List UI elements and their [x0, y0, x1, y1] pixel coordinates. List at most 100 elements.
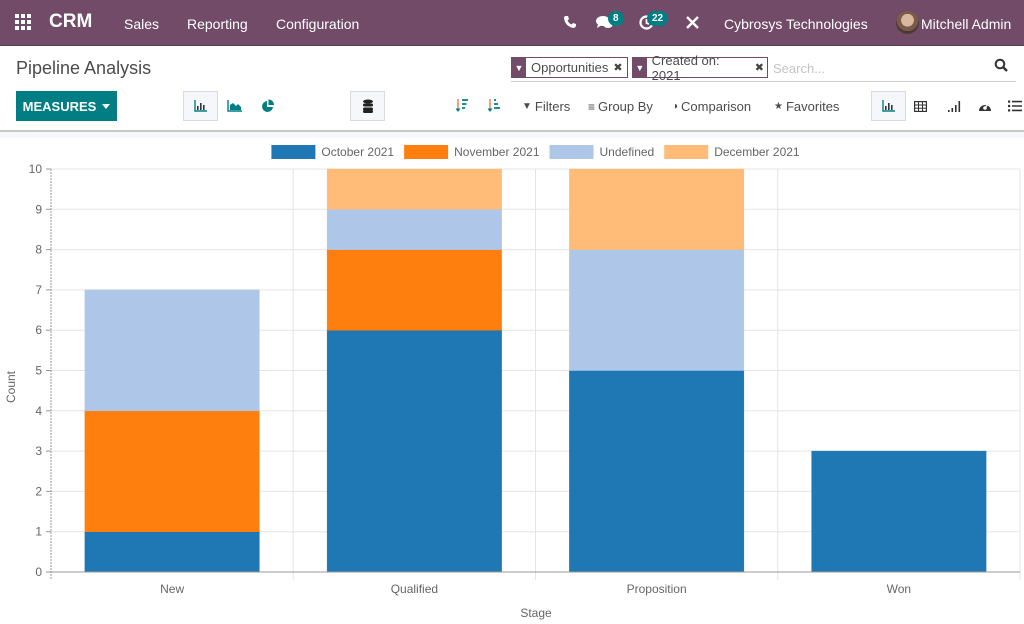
groupby-label: Group By: [598, 99, 653, 114]
search-facet-opportunities: ▼ Opportunities ✖: [511, 57, 628, 78]
x-tick-label: New: [160, 582, 184, 596]
legend-swatch: [664, 145, 709, 159]
messages-badge: 8: [608, 11, 624, 26]
favorites-label: Favorites: [785, 99, 840, 114]
legend-label: December 2021: [714, 145, 800, 159]
bar-chart-icon: [193, 100, 207, 112]
apps-grid-icon[interactable]: [15, 14, 33, 32]
sort-descending-button[interactable]: [446, 91, 478, 121]
phone-icon[interactable]: [563, 15, 577, 32]
filters-dropdown[interactable]: ▼ Filters: [522, 99, 570, 114]
filters-label: Filters: [534, 99, 571, 114]
control-panel: Pipeline Analysis ▼ Opportunities ✖ ▼ Cr…: [0, 46, 1024, 132]
x-axis-label: Stage: [520, 606, 552, 620]
legend-label: October 2021: [321, 145, 394, 159]
remove-facet-button[interactable]: ✖: [755, 61, 767, 74]
bar-proposition-october-2021: [569, 370, 745, 573]
y-axis-label: Count: [4, 370, 18, 403]
comparison-dropdown[interactable]: ◑ Comparison: [672, 99, 751, 114]
line-chart-button[interactable]: [217, 91, 252, 121]
facet-label: Opportunities: [531, 60, 609, 75]
groupby-dropdown[interactable]: ≡ Group By: [588, 99, 653, 114]
activities-badge: 22: [647, 11, 669, 26]
filter-icon: ▼: [512, 58, 526, 77]
filter-icon: ▼: [633, 58, 647, 77]
bar-proposition-undefined: [569, 249, 745, 371]
caret-down-icon: [102, 103, 111, 109]
bar-qualified-december-2021: [326, 168, 502, 210]
y-tick-label: 8: [35, 243, 42, 257]
view-cohort-button[interactable]: [937, 91, 970, 121]
bar-won-october-2021: [811, 450, 987, 573]
x-tick-label: Won: [887, 582, 911, 596]
legend-label: November 2021: [454, 145, 540, 159]
sort-ascending-button[interactable]: [478, 91, 510, 121]
area-chart-icon: [226, 100, 242, 112]
search-facet-created-on: ▼ Created on: 2021 ✖: [632, 53, 768, 83]
search-input[interactable]: [773, 58, 983, 78]
measures-label: MEASURES: [22, 98, 97, 114]
menu-sales[interactable]: Sales: [124, 16, 159, 32]
adjust-icon: ◑: [672, 101, 679, 112]
user-menu[interactable]: Mitchell Admin: [921, 16, 1011, 32]
star-icon: ★: [774, 101, 783, 112]
user-avatar[interactable]: [896, 11, 919, 34]
bar-chart-button[interactable]: [183, 91, 218, 121]
favorites-dropdown[interactable]: ★ Favorites: [774, 99, 839, 114]
top-navbar: CRM Sales Reporting Configuration 8 22 C…: [0, 0, 1024, 46]
bar-new-undefined: [84, 289, 260, 412]
bars-icon: ≡: [588, 99, 596, 114]
y-tick-label: 10: [29, 162, 43, 176]
tachometer-icon: [979, 103, 991, 111]
measures-dropdown[interactable]: MEASURES: [16, 91, 117, 121]
chart-legend: October 2021 November 2021 Undefined Decemb…: [271, 145, 800, 159]
x-tick-label: Proposition: [627, 582, 687, 596]
search-icon[interactable]: [994, 58, 1010, 74]
menu-reporting[interactable]: Reporting: [187, 16, 248, 32]
y-tick-label: 3: [35, 444, 42, 458]
company-switcher[interactable]: Cybrosys Technologies: [724, 16, 868, 32]
view-graph-button[interactable]: [871, 91, 906, 121]
view-pivot-button[interactable]: [904, 91, 937, 121]
y-tick-label: 1: [35, 525, 42, 539]
bar-new-november-2021: [84, 410, 260, 532]
bar-qualified-october-2021: [326, 329, 502, 573]
filter-icon: ▼: [522, 101, 532, 112]
remove-facet-button[interactable]: ✖: [613, 61, 625, 74]
app-brand[interactable]: CRM: [49, 11, 92, 33]
bar-qualified-undefined: [326, 209, 502, 250]
comparison-label: Comparison: [681, 99, 752, 114]
menu-configuration[interactable]: Configuration: [276, 16, 359, 32]
y-tick-label: 2: [35, 484, 42, 498]
bar-chart-icon: [881, 100, 895, 112]
y-tick-label: 0: [35, 565, 42, 579]
bar-qualified-november-2021: [326, 249, 502, 331]
tools-icon[interactable]: [686, 16, 699, 32]
table-icon: [914, 100, 927, 112]
list-icon: [1008, 100, 1022, 112]
y-tick-label: 6: [35, 323, 42, 337]
y-tick-label: 4: [35, 404, 42, 418]
y-tick-label: 9: [35, 202, 42, 216]
search-bar: ▼ Opportunities ✖ ▼ Created on: 2021 ✖: [511, 53, 1016, 83]
pipeline-bar-chart: October 2021 November 2021 Undefined Decemb…: [4, 145, 1021, 620]
view-dashboard-button[interactable]: [970, 91, 1000, 121]
legend-swatch: [549, 145, 594, 159]
facet-label: Created on: 2021: [651, 52, 720, 83]
y-tick-label: 5: [35, 364, 42, 378]
legend-swatch: [271, 145, 316, 159]
y-tick-label: 7: [35, 283, 42, 297]
signal-icon: [947, 100, 960, 112]
page-title: Pipeline Analysis: [16, 58, 152, 78]
pie-chart-icon: [261, 99, 274, 112]
view-list-button[interactable]: [1003, 91, 1024, 121]
x-tick-label: Qualified: [391, 582, 438, 596]
database-icon: [362, 99, 373, 113]
bar-proposition-december-2021: [569, 168, 745, 250]
legend-label: Undefined: [600, 145, 655, 159]
pie-chart-button[interactable]: [250, 91, 285, 121]
bar-new-october-2021: [84, 531, 260, 573]
sort-ascending-icon: [487, 99, 500, 112]
sort-descending-icon: [455, 99, 468, 112]
stacked-toggle-button[interactable]: [350, 91, 385, 121]
